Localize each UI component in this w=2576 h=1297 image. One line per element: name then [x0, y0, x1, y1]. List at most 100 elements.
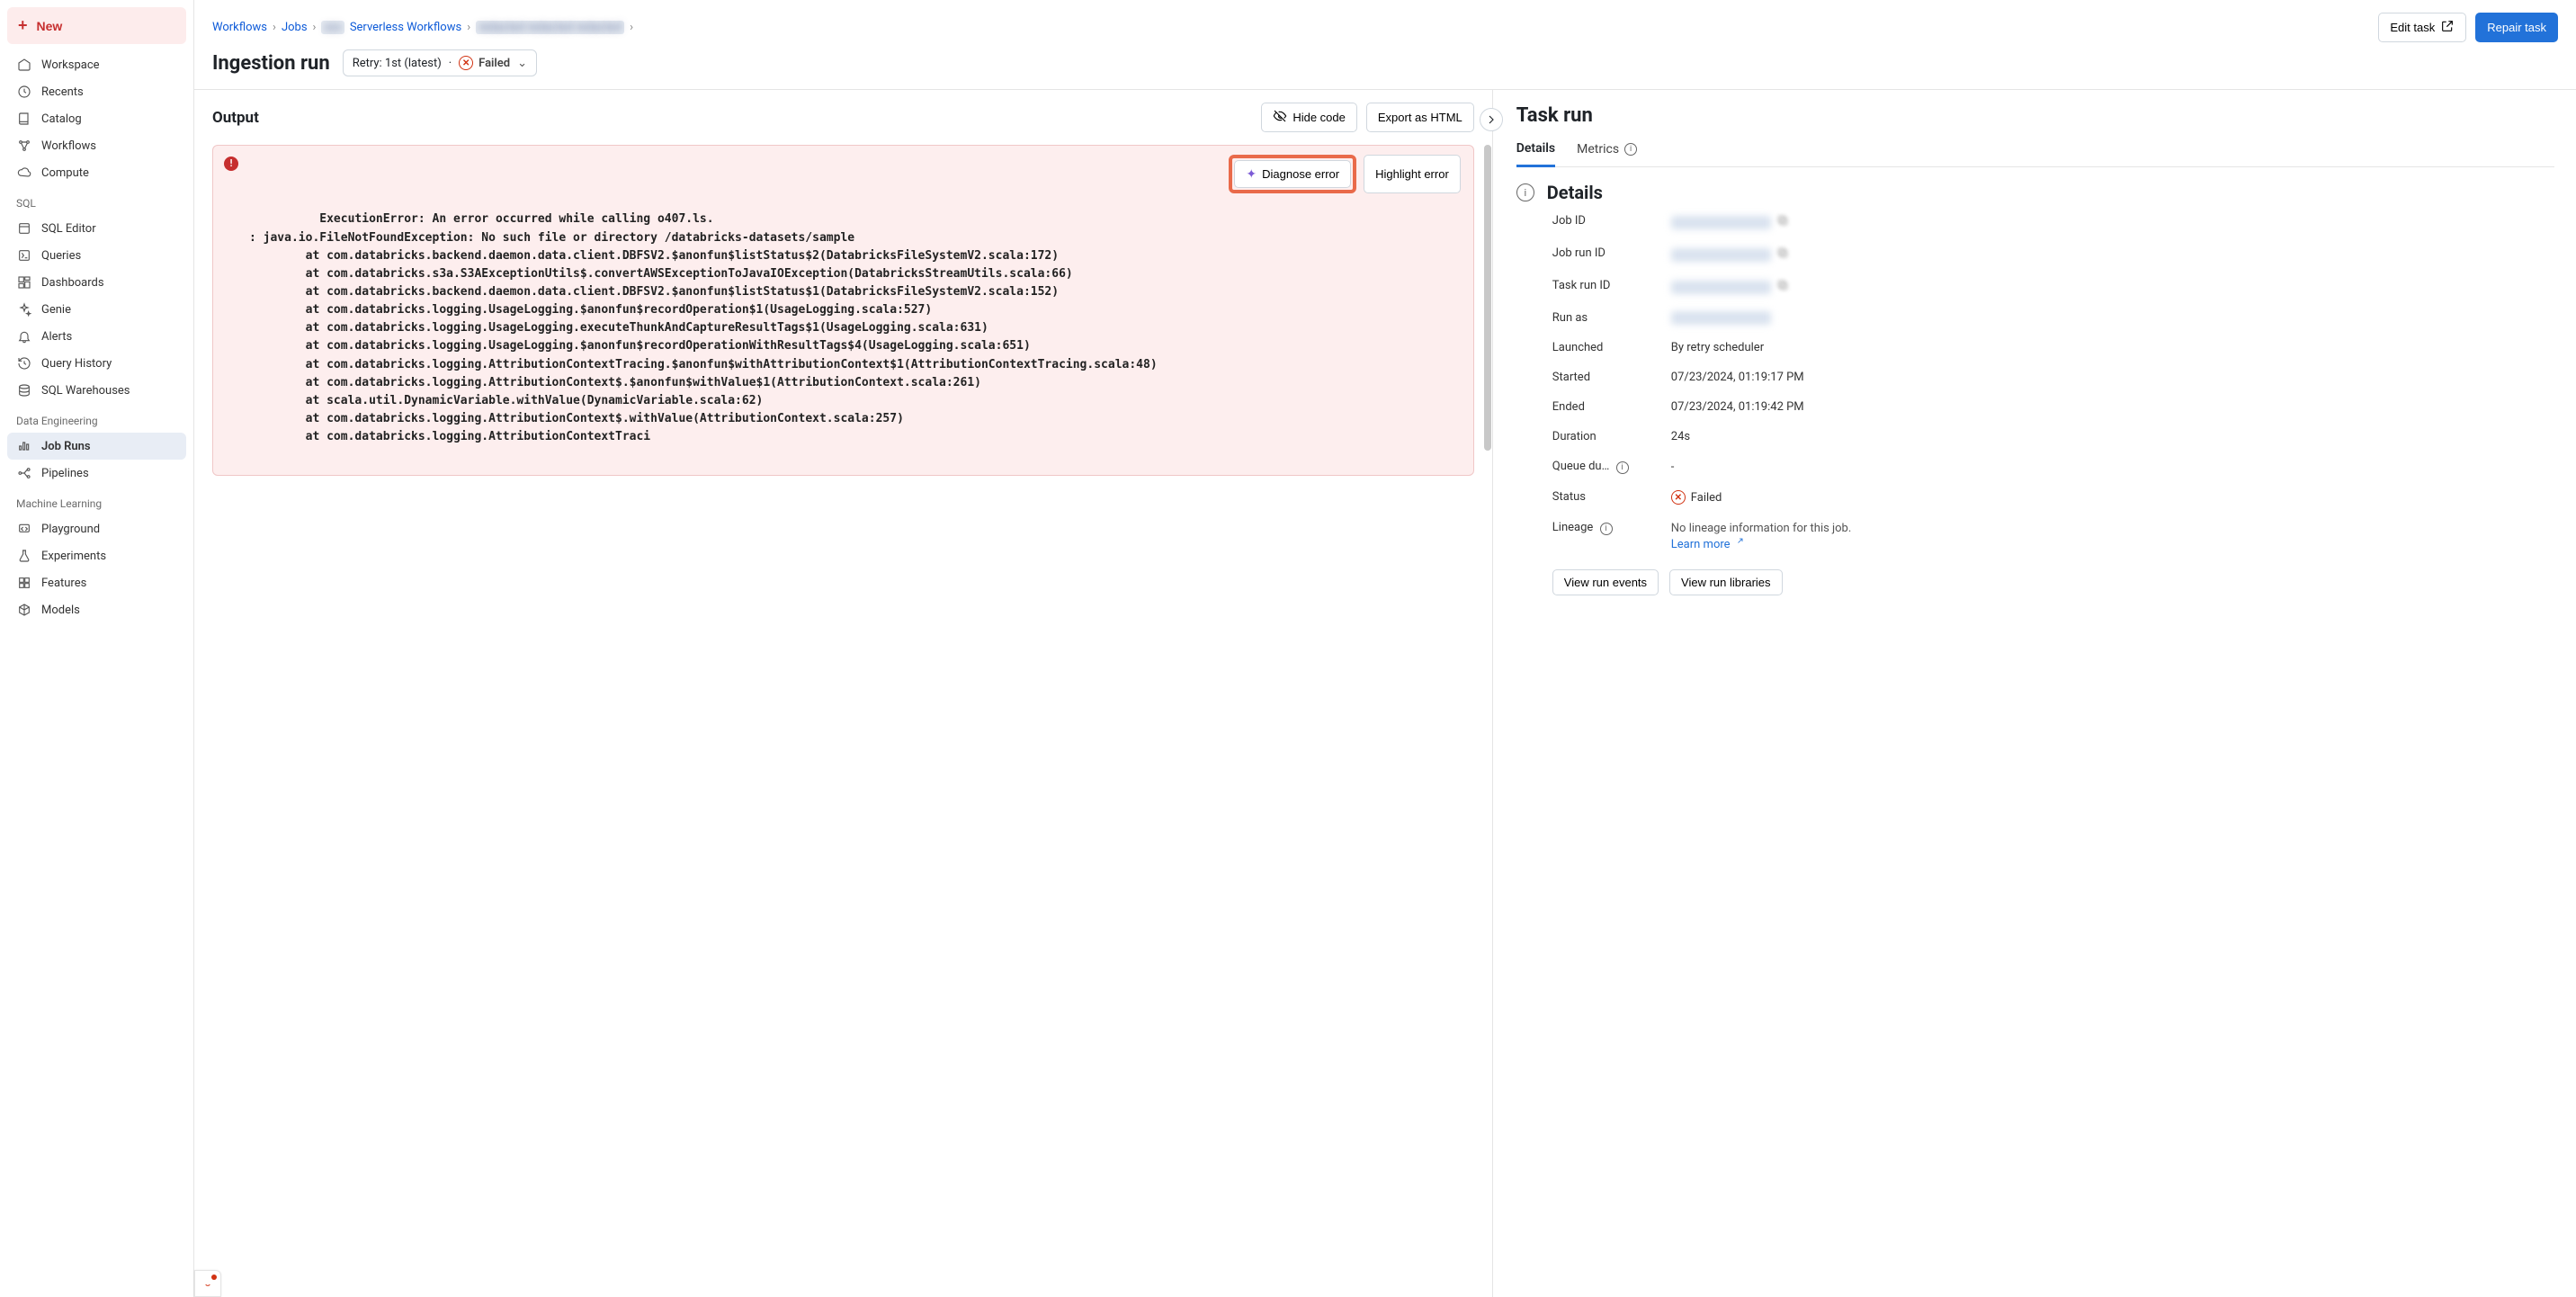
sidebar-item-queries[interactable]: Queries	[7, 242, 186, 269]
copy-icon[interactable]	[1776, 214, 1789, 230]
detail-label-run_as: Run as	[1552, 311, 1660, 325]
info-icon: i	[1516, 183, 1534, 201]
breadcrumb-blur: xxx	[321, 21, 344, 34]
section-de: Data Engineering	[7, 406, 186, 431]
sidebar-item-query-history[interactable]: Query History	[7, 350, 186, 377]
external-link-icon	[1733, 538, 1744, 551]
chevron-right-icon: ›	[467, 21, 470, 34]
retry-sep: ·	[449, 57, 452, 70]
info-icon: i	[1624, 143, 1637, 156]
playground-icon	[16, 521, 32, 537]
view-run-events-button[interactable]: View run events	[1552, 569, 1659, 595]
breadcrumb-item[interactable]: Workflows	[212, 21, 267, 34]
sidebar-item-catalog[interactable]: Catalog	[7, 105, 186, 132]
assistant-widget[interactable]	[194, 1270, 221, 1297]
detail-label-job_run_id: Job run ID	[1552, 246, 1660, 263]
genie-icon	[16, 301, 32, 318]
sidebar-item-genie[interactable]: Genie	[7, 296, 186, 323]
sidebar-item-label: Pipelines	[41, 467, 89, 480]
hide-code-label: Hide code	[1292, 111, 1346, 124]
plus-icon: +	[18, 16, 28, 35]
detail-value-status: ✕Failed	[1671, 490, 2554, 505]
error-output: ! ✦Diagnose error Highlight error Execut…	[212, 145, 1474, 476]
detail-label-status: Status	[1552, 490, 1660, 505]
sidebar-item-experiments[interactable]: Experiments	[7, 542, 186, 569]
detail-label-lineage: Lineage i	[1552, 521, 1660, 551]
retry-status: ✕ Failed	[459, 56, 510, 70]
tab-details-label: Details	[1516, 141, 1555, 156]
sidebar-item-label: Playground	[41, 523, 100, 536]
sql-warehouses-icon	[16, 382, 32, 398]
sparkle-icon: ✦	[1246, 166, 1257, 182]
sidebar-item-workspace[interactable]: Workspace	[7, 51, 186, 78]
failed-icon: ✕	[459, 56, 473, 70]
learn-more-link[interactable]: Learn more	[1671, 538, 1744, 551]
eye-off-icon	[1273, 109, 1287, 126]
sidebar-item-label: Recents	[41, 85, 84, 99]
detail-label-ended: Ended	[1552, 400, 1660, 414]
sidebar-item-alerts[interactable]: Alerts	[7, 323, 186, 350]
detail-value-duration: 24s	[1671, 430, 2554, 443]
copy-icon[interactable]	[1776, 279, 1789, 295]
collapse-right-pane[interactable]	[1480, 108, 1503, 131]
sidebar-item-label: Dashboards	[41, 276, 104, 290]
detail-value-run_as: xxxxxxxxxxxxxxxx	[1671, 311, 2554, 325]
sidebar-item-sql-editor[interactable]: SQL Editor	[7, 215, 186, 242]
breadcrumb-item[interactable]: Serverless Workflows	[350, 21, 461, 34]
edit-task-button[interactable]: Edit task	[2378, 13, 2466, 42]
job-runs-icon	[16, 438, 32, 454]
sidebar-item-label: Models	[41, 604, 80, 617]
tab-metrics[interactable]: Metricsi	[1577, 136, 1637, 166]
sidebar-item-label: Alerts	[41, 330, 72, 344]
view-run-libraries-button[interactable]: View run libraries	[1669, 569, 1782, 595]
section-sql: SQL	[7, 188, 186, 213]
sidebar-item-compute[interactable]: Compute	[7, 159, 186, 186]
sidebar-item-pipelines[interactable]: Pipelines	[7, 460, 186, 487]
export-html-button[interactable]: Export as HTML	[1366, 103, 1474, 132]
alerts-icon	[16, 328, 32, 344]
sidebar-item-recents[interactable]: Recents	[7, 78, 186, 105]
detail-label-started: Started	[1552, 371, 1660, 384]
sidebar-item-label: Experiments	[41, 550, 106, 563]
info-icon: i	[1616, 461, 1629, 474]
breadcrumb-item[interactable]: Jobs	[282, 21, 308, 34]
sidebar-item-models[interactable]: Models	[7, 596, 186, 623]
main-pane: Workflows › Jobs › xxx Serverless Workfl…	[194, 0, 2576, 1297]
page-title: Ingestion run	[212, 52, 330, 75]
detail-value-job_run_id: xxxxxxxxxxxxxxxx	[1671, 246, 2554, 263]
retry-select[interactable]: Retry: 1st (latest) · ✕ Failed ⌄	[343, 49, 537, 76]
sidebar-item-label: SQL Warehouses	[41, 384, 130, 398]
detail-value-task_run_id: xxxxxxxxxxxxxxxx	[1671, 279, 2554, 295]
catalog-icon	[16, 111, 32, 127]
detail-value-started: 07/23/2024, 01:19:17 PM	[1671, 371, 2554, 384]
sidebar-item-label: Workspace	[41, 58, 100, 72]
diagnose-error-label: Diagnose error	[1262, 167, 1339, 181]
sidebar-item-job-runs[interactable]: Job Runs	[7, 433, 186, 460]
detail-value-ended: 07/23/2024, 01:19:42 PM	[1671, 400, 2554, 414]
detail-label-queue: Queue du… i	[1552, 460, 1660, 474]
hide-code-button[interactable]: Hide code	[1261, 103, 1357, 132]
copy-icon[interactable]	[1776, 246, 1789, 263]
new-button[interactable]: + New	[7, 7, 186, 44]
sidebar-item-dashboards[interactable]: Dashboards	[7, 269, 186, 296]
sidebar-item-playground[interactable]: Playground	[7, 515, 186, 542]
task-run-heading: Task run	[1516, 104, 2554, 127]
chevron-right-icon: ›	[630, 21, 633, 34]
failed-icon: ✕	[1671, 490, 1686, 505]
sidebar-item-features[interactable]: Features	[7, 569, 186, 596]
topbar: Workflows › Jobs › xxx Serverless Workfl…	[194, 0, 2576, 90]
highlight-error-button[interactable]: Highlight error	[1364, 155, 1461, 193]
output-heading: Output	[212, 109, 259, 127]
view-run-libraries-label: View run libraries	[1681, 576, 1770, 589]
diagnose-error-button[interactable]: ✦ Diagnose error	[1234, 160, 1351, 188]
scrollbar[interactable]	[1483, 145, 1492, 1281]
tab-details[interactable]: Details	[1516, 136, 1555, 167]
sidebar-item-sql-warehouses[interactable]: SQL Warehouses	[7, 377, 186, 404]
detail-label-launched: Launched	[1552, 341, 1660, 354]
sql-editor-icon	[16, 220, 32, 237]
details-heading: Details	[1547, 182, 1603, 203]
repair-task-button[interactable]: Repair task	[2475, 13, 2558, 42]
sidebar-item-workflows[interactable]: Workflows	[7, 132, 186, 159]
sidebar-item-label: Features	[41, 577, 86, 590]
sidebar-item-label: Query History	[41, 357, 112, 371]
